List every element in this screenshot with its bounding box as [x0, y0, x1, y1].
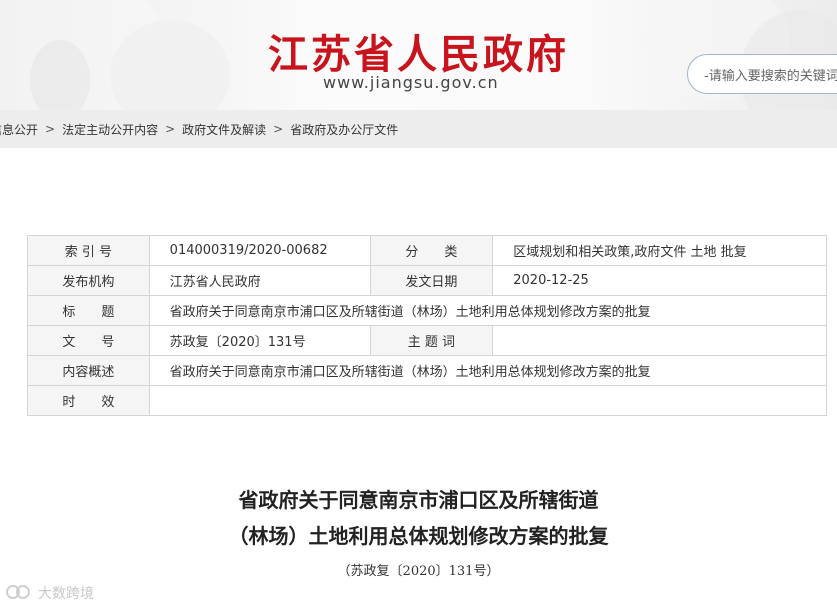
publisher-label: 发布机构 — [27, 265, 150, 296]
table-row: 时 效 — [27, 385, 828, 416]
category-label: 分 类 — [369, 235, 494, 266]
title-label: 标 题 — [27, 295, 150, 326]
site-logo-title[interactable]: 江苏省人民政府 — [268, 22, 569, 80]
publisher-value: 江苏省人民政府 — [148, 265, 371, 296]
breadcrumb-separator: > — [45, 122, 56, 136]
title-value: 省政府关于同意南京市浦口区及所辖街道（林场）土地利用总体规划修改方案的批复 — [148, 295, 828, 326]
header-decoration — [30, 40, 90, 110]
watermark-text: 大数跨境 — [38, 586, 94, 602]
article-title-line: 省政府关于同意南京市浦口区及所辖街道 — [238, 488, 599, 512]
table-row: 发布机构 江苏省人民政府 发文日期 2020-12-25 — [27, 265, 827, 296]
validity-value — [148, 385, 828, 416]
doc-number-value: 苏政复〔2020〕131号 — [148, 325, 371, 356]
keywords-value — [492, 325, 827, 356]
article-doc-number: （苏政复〔2020〕131号） — [337, 564, 500, 579]
breadcrumb-separator: > — [165, 122, 176, 136]
article-title: 省政府关于同意南京市浦口区及所辖街道 （林场）土地利用总体规划修改方案的批复 — [0, 482, 837, 554]
table-row: 索 引 号 014000319/2020-00682 分 类 区域规划和相关政策… — [27, 235, 827, 266]
watermark-logo-icon — [6, 583, 34, 603]
breadcrumb-item-mandatory-disclosure[interactable]: 法定主动公开内容 — [62, 121, 158, 138]
table-row: 标 题 省政府关于同意南京市浦口区及所辖街道（林场）土地利用总体规划修改方案的批… — [27, 295, 828, 326]
issue-date-label: 发文日期 — [369, 265, 494, 296]
article-title-line: （林场）土地利用总体规划修改方案的批复 — [228, 524, 609, 548]
breadcrumb-separator: > — [273, 122, 284, 136]
breadcrumb: 信息公开 > 法定主动公开内容 > 政府文件及解读 > 省政府及办公厅文件 — [0, 110, 837, 148]
document-info-table: 索 引 号 014000319/2020-00682 分 类 区域规划和相关政策… — [27, 235, 828, 416]
doc-number-label: 文 号 — [27, 325, 150, 356]
search-input[interactable]: -请输入要搜索的关键词- — [687, 54, 837, 94]
breadcrumb-item-gov-documents[interactable]: 政府文件及解读 — [182, 121, 266, 138]
table-row: 文 号 苏政复〔2020〕131号 主 题 词 — [27, 325, 827, 356]
summary-value: 省政府关于同意南京市浦口区及所辖街道（林场）土地利用总体规划修改方案的批复 — [148, 355, 828, 386]
watermark: 大数跨境 — [6, 583, 94, 603]
category-value: 区域规划和相关政策,政府文件 土地 批复 — [492, 235, 827, 266]
site-header: 江苏省人民政府 www.jiangsu.gov.cn -请输入要搜索的关键词- — [0, 0, 837, 110]
index-number-value: 014000319/2020-00682 — [148, 235, 371, 266]
summary-label: 内容概述 — [27, 355, 150, 386]
breadcrumb-item-provincial-documents[interactable]: 省政府及办公厅文件 — [290, 121, 398, 138]
table-row: 内容概述 省政府关于同意南京市浦口区及所辖街道（林场）土地利用总体规划修改方案的… — [27, 355, 828, 386]
keywords-label: 主 题 词 — [369, 325, 494, 356]
issue-date-value: 2020-12-25 — [492, 265, 827, 296]
site-url: www.jiangsu.gov.cn — [323, 73, 499, 92]
validity-label: 时 效 — [27, 385, 150, 416]
index-number-label: 索 引 号 — [27, 235, 150, 266]
breadcrumb-item-info-disclosure[interactable]: 信息公开 — [0, 121, 38, 138]
